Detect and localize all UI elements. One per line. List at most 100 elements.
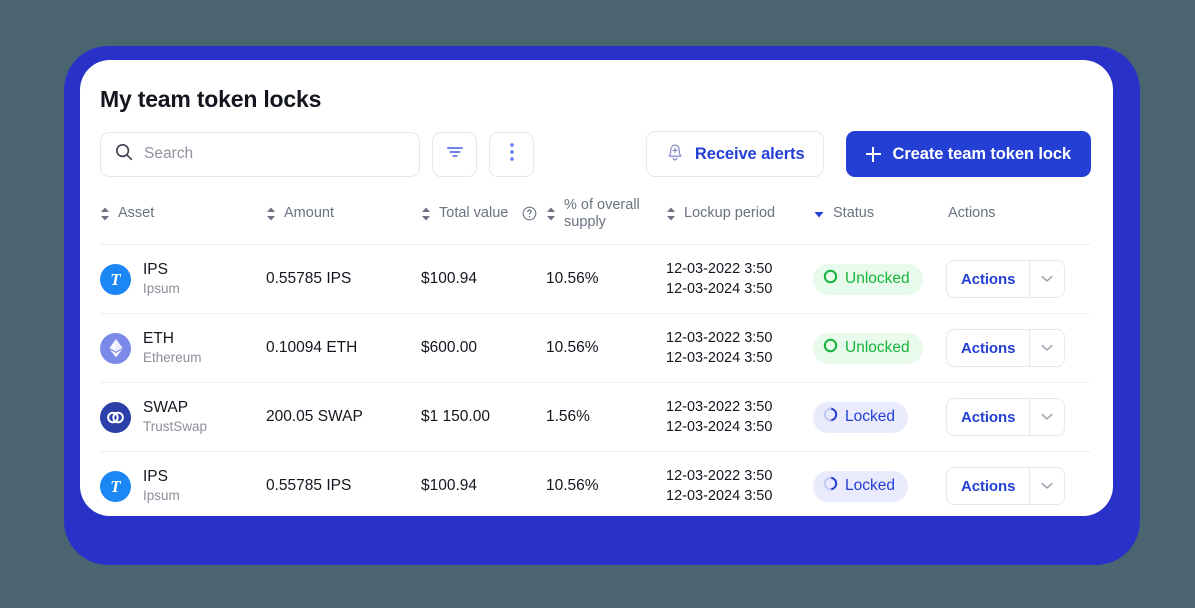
filter-icon <box>446 145 464 164</box>
search-icon <box>115 143 133 166</box>
cell-total-value: $100.94 <box>421 451 546 516</box>
status-label: Unlocked <box>845 339 910 357</box>
actions-button-group[interactable]: Actions <box>946 398 1066 437</box>
asset-symbol: IPS <box>143 261 168 279</box>
column-header-status-label: Status <box>833 205 875 222</box>
actions-button[interactable]: Actions <box>947 261 1029 297</box>
receive-alerts-label: Receive alerts <box>694 144 805 163</box>
asset-symbol: SWAP <box>143 399 189 417</box>
table-row[interactable]: SWAP TrustSwap 200.05 SWAP $1 150.00 1.56% 12… <box>100 382 1091 452</box>
table-header: Asset Amount Total value % of overall su… <box>100 197 1091 245</box>
cell-lockup-period: 12-03-2022 3:50 12-03-2024 3:50 <box>666 244 813 314</box>
lockup-start: 12-03-2022 3:50 <box>666 261 773 278</box>
actions-button-group[interactable]: Actions <box>946 467 1066 506</box>
table-row[interactable]: T IPS Ipsum 0.55785 IPS $100.94 10.56% 12-03-2… <box>100 451 1091 516</box>
lockup-end: 12-03-2024 3:50 <box>666 350 773 367</box>
actions-dropdown-toggle[interactable] <box>1029 261 1064 298</box>
cell-actions: Actions <box>946 451 1091 516</box>
column-header-asset-label: Asset <box>118 205 155 222</box>
sort-icon <box>546 207 556 221</box>
asset-symbol: IPS <box>143 468 168 486</box>
sort-icon <box>421 207 431 221</box>
column-header-actions-label: Actions <box>948 205 996 222</box>
cell-total-value: $100.94 <box>421 244 546 314</box>
column-header-total-value[interactable]: Total value <box>421 197 546 245</box>
cell-asset: SWAP TrustSwap <box>100 382 266 452</box>
sort-icon <box>266 207 276 221</box>
table-row[interactable]: ETH Ethereum 0.10094 ETH $600.00 10.56% 12-03… <box>100 313 1091 383</box>
cell-amount: 200.05 SWAP <box>266 382 421 452</box>
cell-total-value: $1 150.00 <box>421 382 546 452</box>
status-label: Locked <box>845 408 895 426</box>
cell-status: Locked <box>813 451 946 516</box>
actions-dropdown-toggle[interactable] <box>1029 330 1064 367</box>
column-header-actions: Actions <box>946 197 1091 245</box>
status-badge: Locked <box>813 470 908 502</box>
receive-alerts-button[interactable]: Receive alerts <box>645 131 824 177</box>
column-header-lockup-period[interactable]: Lockup period <box>666 197 813 245</box>
asset-symbol: ETH <box>143 330 174 348</box>
help-icon[interactable] <box>522 206 537 221</box>
search-placeholder: Search <box>144 145 194 162</box>
unlocked-icon <box>823 269 838 289</box>
lockup-start: 12-03-2022 3:50 <box>666 468 773 485</box>
table-row[interactable]: T IPS Ipsum 0.55785 IPS $100.94 10.56% 12-03-2… <box>100 244 1091 314</box>
column-header-amount[interactable]: Amount <box>266 197 421 245</box>
more-options-button[interactable] <box>489 131 534 177</box>
create-team-token-lock-button[interactable]: Create team token lock <box>845 131 1091 177</box>
plus-icon <box>865 146 881 162</box>
chevron-down-icon <box>1041 408 1053 426</box>
cell-status: Unlocked <box>813 244 946 314</box>
column-header-lockup-period-label: Lockup period <box>684 205 776 222</box>
cell-actions: Actions <box>946 382 1091 452</box>
bell-plus-icon <box>665 141 685 167</box>
locked-icon <box>823 407 838 427</box>
cell-percent-supply: 10.56% <box>546 244 666 314</box>
actions-dropdown-toggle[interactable] <box>1029 468 1064 505</box>
actions-button[interactable]: Actions <box>947 399 1029 435</box>
actions-button[interactable]: Actions <box>947 330 1029 366</box>
cell-amount: 0.55785 IPS <box>266 451 421 516</box>
cell-asset: T IPS Ipsum <box>100 451 266 516</box>
status-badge: Locked <box>813 401 908 433</box>
asset-name: Ipsum <box>143 488 180 504</box>
table-header-row: Asset Amount Total value % of overall su… <box>100 197 1091 245</box>
cell-percent-supply: 10.56% <box>546 313 666 383</box>
actions-button[interactable]: Actions <box>947 468 1029 504</box>
cell-asset: ETH Ethereum <box>100 313 266 383</box>
chevron-down-icon <box>1041 339 1053 357</box>
cell-status: Locked <box>813 382 946 452</box>
cell-actions: Actions <box>946 244 1091 314</box>
table-body: T IPS Ipsum 0.55785 IPS $100.94 10.56% 12-03-2… <box>100 244 1091 516</box>
cell-status: Unlocked <box>813 313 946 383</box>
lockup-end: 12-03-2024 3:50 <box>666 281 773 298</box>
locked-icon <box>823 476 838 496</box>
status-label: Locked <box>845 477 895 495</box>
actions-button-group[interactable]: Actions <box>946 260 1066 299</box>
column-header-amount-label: Amount <box>284 205 334 222</box>
cell-amount: 0.10094 ETH <box>266 313 421 383</box>
column-header-percent-supply[interactable]: % of overall supply <box>546 197 666 245</box>
filter-button[interactable] <box>432 131 477 177</box>
create-team-token-lock-label: Create team token lock <box>892 144 1072 163</box>
cell-lockup-period: 12-03-2022 3:50 12-03-2024 3:50 <box>666 382 813 452</box>
swap-token-icon <box>100 401 131 433</box>
ips-token-icon: T <box>100 470 131 502</box>
sort-icon <box>100 207 110 221</box>
asset-name: TrustSwap <box>143 419 208 435</box>
actions-dropdown-toggle[interactable] <box>1029 399 1064 436</box>
cell-lockup-period: 12-03-2022 3:50 12-03-2024 3:50 <box>666 451 813 516</box>
lockup-start: 12-03-2022 3:50 <box>666 330 773 347</box>
cell-amount: 0.55785 IPS <box>266 244 421 314</box>
column-header-status[interactable]: Status <box>813 197 946 245</box>
search-input[interactable]: Search <box>100 131 420 177</box>
lockup-end: 12-03-2024 3:50 <box>666 419 773 436</box>
lockup-start: 12-03-2022 3:50 <box>666 399 773 416</box>
lockup-end: 12-03-2024 3:50 <box>666 488 773 505</box>
actions-button-group[interactable]: Actions <box>946 329 1066 368</box>
status-badge: Unlocked <box>813 263 923 295</box>
column-header-asset[interactable]: Asset <box>100 197 266 245</box>
chevron-down-icon <box>1041 270 1053 288</box>
sort-icon <box>666 207 676 221</box>
token-locks-card: My team token locks Search Receive alert… <box>80 60 1113 516</box>
